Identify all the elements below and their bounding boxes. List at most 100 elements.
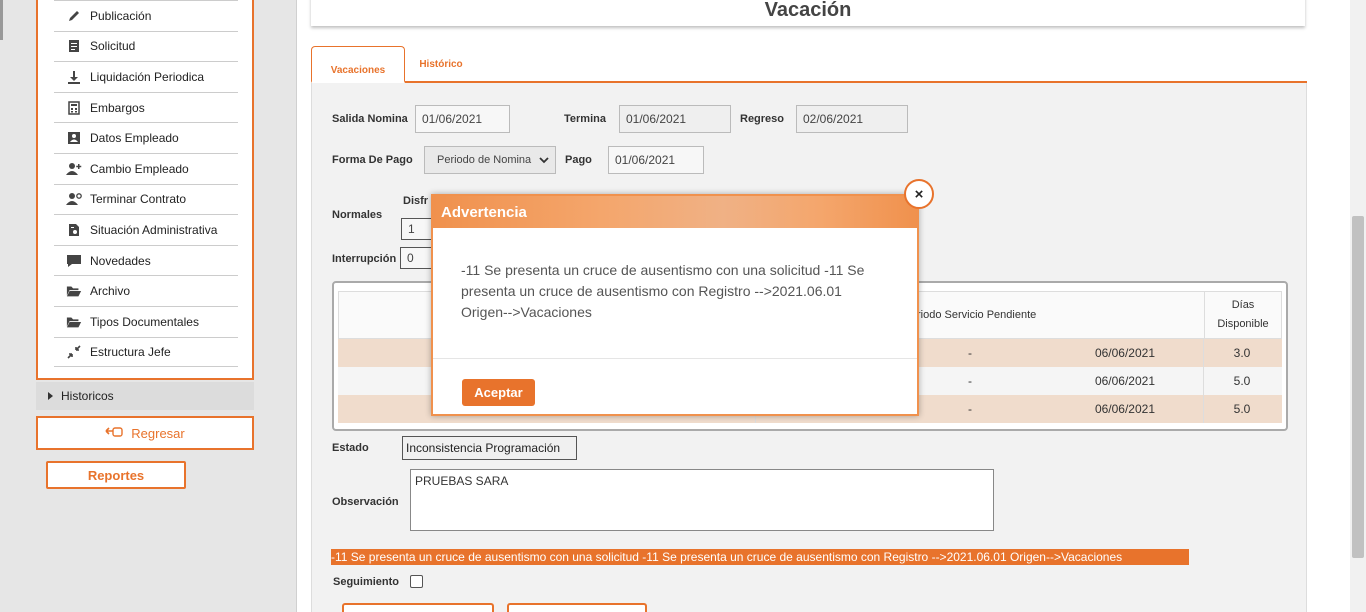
seguimiento-checkbox[interactable] [410,575,423,588]
estado-label: Estado [332,442,369,454]
download-icon [66,69,82,85]
sidebar-item-label: Situación Administrativa [90,222,218,237]
sidebar-item-terminar-contrato[interactable]: Terminar Contrato [54,183,238,215]
tab-vacaciones[interactable]: Vacaciones [311,46,405,83]
sidebar-item-label: Terminar Contrato [90,192,187,207]
observacion-label: Observación [332,496,399,508]
aceptar-button[interactable]: Aceptar [462,379,535,406]
compress-icon [66,344,82,360]
sidebar-item-label: Liquidación Periodica [90,69,205,84]
regresar-label: Regresar [131,425,185,441]
sidebar-item-embargos[interactable]: Embargos [54,91,238,123]
header-dias: Días Disponible [1205,292,1281,338]
chevron-down-icon [539,155,549,168]
sidebar-item-liquidacion[interactable]: Liquidación Periodica [54,61,238,92]
close-glyph: × [914,185,924,203]
sidebar-item-estructura-jefe[interactable]: Estructura Jefe [54,336,238,368]
cell-dias: 5.0 [1233,374,1251,388]
interrupcion-field[interactable]: 0 [400,247,432,269]
sidebar-item-situacion-administrativa[interactable]: Situación Administrativa [54,214,238,245]
sidebar-item-solicitud[interactable]: Solicitud [54,30,238,62]
page-title: Vacación [764,0,852,21]
dialog-title: Advertencia [441,203,527,221]
normales-label: Normales [332,209,383,221]
calculator-icon [66,100,82,116]
dialog-divider [433,358,917,359]
pencil-icon [66,8,82,24]
scrollbar-thumb[interactable] [1352,216,1364,558]
sidebar-item-label: Publicación [90,8,152,23]
header-dias-label: Días Disponible [1217,299,1269,330]
scrollbar[interactable] [1350,0,1366,612]
disfrute-label: Disfr [403,195,429,207]
sidebar-item-label: Archivo [90,284,131,299]
regreso-label: Regreso [740,113,785,125]
reportes-button[interactable]: Reportes [46,461,186,489]
historicos-label: Historicos [61,389,114,403]
cell-dias: 5.0 [1233,402,1251,416]
termina-field[interactable]: 01/06/2021 [619,105,731,133]
tab-historico[interactable]: Histórico [411,46,471,83]
comment-icon [66,253,82,269]
close-icon[interactable]: × [904,179,934,209]
cell-date: 06/06/2021 [980,395,1204,423]
folder-open-icon [66,283,82,299]
termina-label: Termina [564,113,606,125]
header-periodo-label: riodo Servicio Pendiente [917,309,1037,321]
tab-bar: Vacaciones Histórico [311,46,1307,83]
sidebar-item-archivo[interactable]: Archivo [54,275,238,306]
document-icon [66,38,82,54]
forma-pago-value: Periodo de Nomina [437,154,532,166]
sidebar-item-novedades[interactable]: Novedades [54,244,238,276]
sidebar-item-cambio-empleado[interactable]: Cambio Empleado [54,152,238,184]
sidebar-item-label: Datos Empleado [90,131,179,146]
dialog-message: -11 Se presenta un cruce de ausentismo c… [461,262,865,320]
pago-field[interactable]: 01/06/2021 [608,146,704,174]
error-message: -11 Se presenta un cruce de ausentismo c… [331,549,1189,565]
sidebar-item-tipos-documentales[interactable]: Tipos Documentales [54,305,238,337]
warning-dialog: Advertencia -11 Se presenta un cruce de … [431,194,919,416]
salida-nomina-label: Salida Nomina [332,113,408,125]
sidebar-item-label: Tipos Documentales [90,314,199,329]
bottom-button-1[interactable] [342,603,494,612]
seguimiento-label: Seguimiento [333,576,400,588]
tab-label: Histórico [419,59,463,70]
interrupcion-label: Interrupción [332,253,397,265]
left-edge-handle [0,0,3,40]
sidebar-menu-list: Publicación Solicitud Liquidación Period… [54,0,238,368]
sidebar-item-historicos[interactable]: Historicos [36,382,254,410]
pago-label: Pago [565,154,592,166]
sidebar-item-label: Novedades [90,253,151,268]
observacion-textarea[interactable]: PRUEBAS SARA [410,469,994,531]
caret-right-icon [48,392,53,400]
reportes-label: Reportes [87,467,145,483]
sidebar-item-datos-empleado[interactable]: Datos Empleado [54,122,238,153]
sidebar-item-label: Estructura Jefe [90,344,171,359]
cell-dias: 3.0 [1233,346,1251,360]
user-settings-icon [66,191,82,207]
estado-field[interactable]: Inconsistencia Programación [402,436,577,460]
user-plus-icon [66,161,82,177]
cell-date: 06/06/2021 [980,367,1204,395]
cell-date: 06/06/2021 [980,339,1204,367]
sidebar-item-label: Solicitud [90,39,136,54]
page-header: Vacación [311,0,1305,26]
bottom-button-2[interactable] [507,603,647,612]
folder-open-icon [66,314,82,330]
forma-pago-label: Forma De Pago [332,154,413,166]
forma-pago-select[interactable]: Periodo de Nomina [424,146,556,174]
salida-nomina-field[interactable]: 01/06/2021 [415,105,510,133]
regreso-field[interactable]: 02/06/2021 [796,105,908,133]
sidebar-item-label: Cambio Empleado [90,161,189,176]
aceptar-label: Aceptar [474,385,523,400]
id-card-icon [66,130,82,146]
sidebar-item-publicacion[interactable]: Publicación [54,0,238,31]
sidebar-item-label: Embargos [90,100,145,115]
sidebar: Publicación Solicitud Liquidación Period… [0,0,296,612]
file-settings-icon [66,222,82,238]
disfrute-field[interactable]: 1 [401,218,433,240]
back-hand-icon [105,425,123,442]
tab-label: Vacaciones [330,64,386,76]
regresar-button[interactable]: Regresar [36,416,254,450]
sidebar-menu-panel: Publicación Solicitud Liquidación Period… [36,0,254,380]
